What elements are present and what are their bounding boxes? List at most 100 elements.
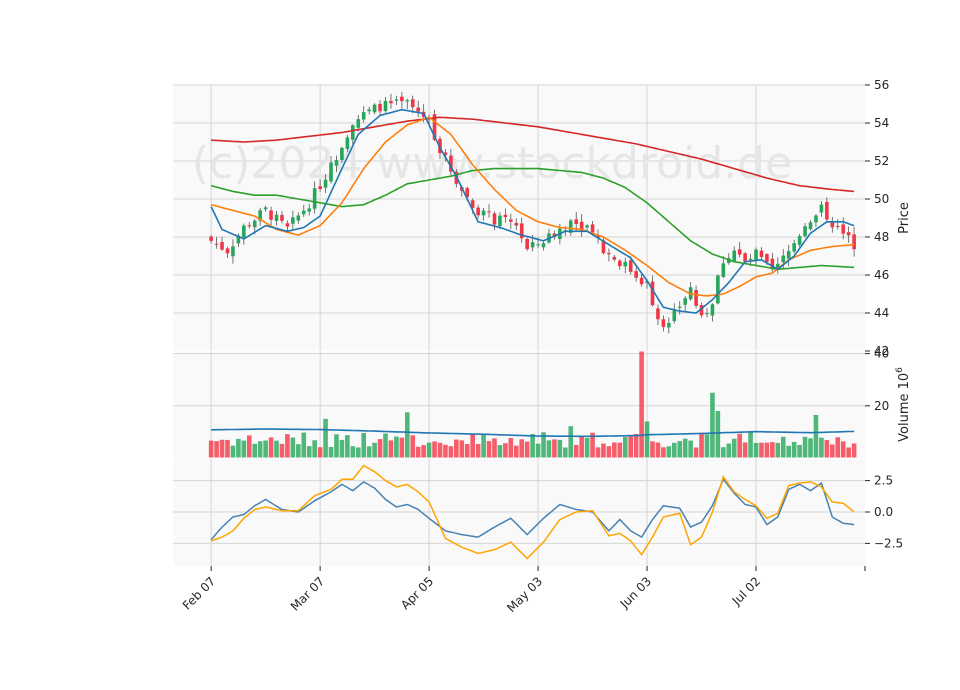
- volume-bar: [830, 444, 835, 458]
- volume-bar: [454, 439, 459, 458]
- candle-body: [367, 109, 371, 112]
- candle-body: [754, 249, 758, 261]
- volume-bar: [334, 434, 339, 458]
- volume-bar: [377, 439, 383, 458]
- volume-bar: [508, 438, 514, 458]
- candle-body: [503, 214, 508, 218]
- volume-bar: [470, 434, 475, 458]
- candle-body: [710, 304, 715, 316]
- volume-bar: [802, 436, 808, 458]
- candle-body: [280, 215, 284, 221]
- candle-body: [656, 308, 660, 320]
- candle-body: [541, 243, 546, 248]
- volume-bar: [546, 440, 552, 458]
- volume-bar: [770, 442, 775, 458]
- volume-bar: [617, 442, 623, 458]
- candle-body: [356, 119, 361, 128]
- candle-body: [677, 306, 682, 308]
- volume-bar: [666, 446, 672, 458]
- candle-body: [389, 100, 393, 104]
- volume-bar: [819, 437, 824, 458]
- volume-bar: [726, 443, 732, 458]
- candle-body: [639, 277, 644, 285]
- volume-bar: [372, 442, 377, 458]
- volume-bar: [219, 439, 225, 458]
- volume-bar: [383, 433, 388, 458]
- candle-body: [672, 310, 677, 322]
- volume-bar: [481, 433, 486, 458]
- volume-bar: [628, 435, 634, 458]
- candle-body: [737, 249, 742, 255]
- volume-bar: [394, 436, 399, 458]
- candle-body: [732, 250, 737, 261]
- volume-bar: [296, 444, 301, 458]
- volume-bar: [432, 441, 437, 458]
- candle-body: [612, 256, 617, 260]
- volume-bar: [612, 442, 617, 458]
- candle-body: [590, 224, 595, 233]
- candle-body: [252, 220, 257, 228]
- volume-bar: [650, 441, 655, 458]
- candle-body: [803, 226, 807, 237]
- candle-body: [628, 260, 633, 272]
- volume-bar: [682, 438, 688, 458]
- candle-body: [634, 271, 638, 278]
- volume-bar: [236, 438, 241, 458]
- volume-bar: [345, 435, 350, 458]
- volume-bar: [513, 445, 519, 458]
- candle-body: [481, 210, 486, 216]
- candle-body: [743, 253, 747, 262]
- volume-bar: [312, 440, 317, 458]
- volume-bar: [775, 442, 781, 458]
- candle-body: [748, 258, 753, 260]
- candle-body: [231, 246, 235, 257]
- candle-body: [378, 103, 382, 112]
- volume-bar: [688, 440, 693, 458]
- osc-y-tick-label: 2.5: [874, 474, 893, 488]
- candle-body: [487, 211, 491, 213]
- volume-bar: [404, 412, 410, 458]
- volume-bar: [475, 443, 481, 458]
- candle-body: [307, 208, 312, 212]
- volume-bar: [759, 442, 764, 458]
- volume-bar: [230, 445, 236, 458]
- volume-exponent: 6: [895, 367, 905, 373]
- x-tick-label: Jul 02: [729, 574, 763, 608]
- candle-body: [846, 232, 851, 236]
- volume-bar: [661, 447, 666, 458]
- candle-body: [716, 275, 720, 304]
- volume-bar: [851, 443, 857, 458]
- volume-bar: [246, 435, 252, 458]
- volume-bar: [764, 442, 770, 458]
- candle-body: [509, 219, 513, 222]
- price-y-tick-label: 56: [874, 78, 889, 92]
- volume-bar: [573, 444, 579, 458]
- volume-bar: [813, 414, 819, 458]
- candle-body: [383, 100, 388, 112]
- volume-bar: [677, 441, 683, 458]
- volume-bar: [824, 439, 830, 458]
- volume-bar: [437, 442, 443, 458]
- volume-bar: [366, 446, 372, 458]
- candle-body: [759, 250, 764, 258]
- volume-bar: [639, 351, 644, 458]
- volume-bar: [459, 440, 465, 458]
- volume-bar: [633, 434, 639, 458]
- candle-body: [830, 221, 835, 228]
- volume-bar: [410, 435, 416, 458]
- x-tick-label: May 03: [504, 574, 545, 615]
- volume-bar: [285, 434, 290, 458]
- volume-bar: [214, 441, 219, 458]
- candle-body: [525, 239, 529, 250]
- candle-body: [683, 298, 687, 305]
- price-y-tick-label: 50: [874, 192, 889, 206]
- volume-bar: [797, 444, 802, 458]
- candle-body: [269, 210, 273, 220]
- volume-bar: [715, 411, 721, 458]
- candle-body: [835, 225, 840, 227]
- candle-body: [721, 263, 726, 277]
- volume-bar: [584, 437, 590, 458]
- candle-body: [765, 254, 769, 262]
- volume-bar: [671, 442, 677, 458]
- volume-bar: [846, 447, 851, 458]
